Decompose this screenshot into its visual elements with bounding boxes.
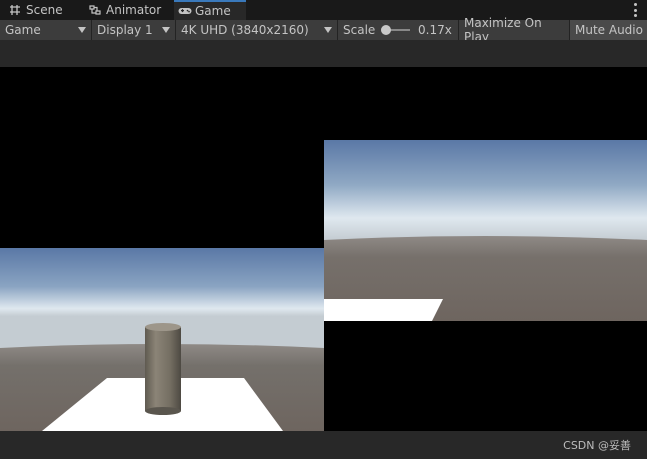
tab-label: Animator [106,3,162,17]
chevron-down-icon [78,27,86,33]
camera-view-right [324,140,647,321]
cylinder-object [145,323,181,415]
scale-slider-handle[interactable] [381,25,391,35]
view-mode-dropdown[interactable]: Game [0,20,92,40]
grid-icon [9,4,21,16]
tab-label: Scene [26,3,63,17]
game-view-toolbar: Game Display 1 4K UHD (3840x2160) Scale … [0,16,647,44]
resolution-value: 4K UHD (3840x2160) [181,23,309,37]
display-value: Display 1 [97,23,153,37]
tab-game[interactable]: Game [174,0,246,20]
tab-scene[interactable]: Scene [9,0,63,20]
view-mode-value: Game [5,23,41,37]
mute-audio-label: Mute Audio [575,23,643,37]
more-options-icon[interactable] [634,3,637,17]
tab-label: Game [195,4,231,18]
footer-area: CSDN @妥善 [0,431,647,459]
chevron-down-icon [162,27,170,33]
animator-icon [89,4,101,16]
tab-animator[interactable]: Animator [89,0,161,20]
chevron-down-icon [324,27,332,33]
camera-view-left [0,248,324,431]
scale-label: Scale [343,23,376,37]
mute-audio-toggle[interactable]: Mute Audio [570,20,647,40]
watermark-text: CSDN @妥善 [563,439,631,452]
display-dropdown[interactable]: Display 1 [92,20,176,40]
resolution-dropdown[interactable]: 4K UHD (3840x2160) [176,20,338,40]
game-view-padding [0,40,647,67]
sky [324,140,647,240]
scale-control: Scale 0.17x [338,20,459,40]
game-viewport[interactable] [0,67,647,431]
scale-value: 0.17x [418,23,452,37]
gamepad-icon [178,5,192,17]
white-plane [324,299,443,321]
maximize-on-play-toggle[interactable]: Maximize On Play [459,16,570,44]
